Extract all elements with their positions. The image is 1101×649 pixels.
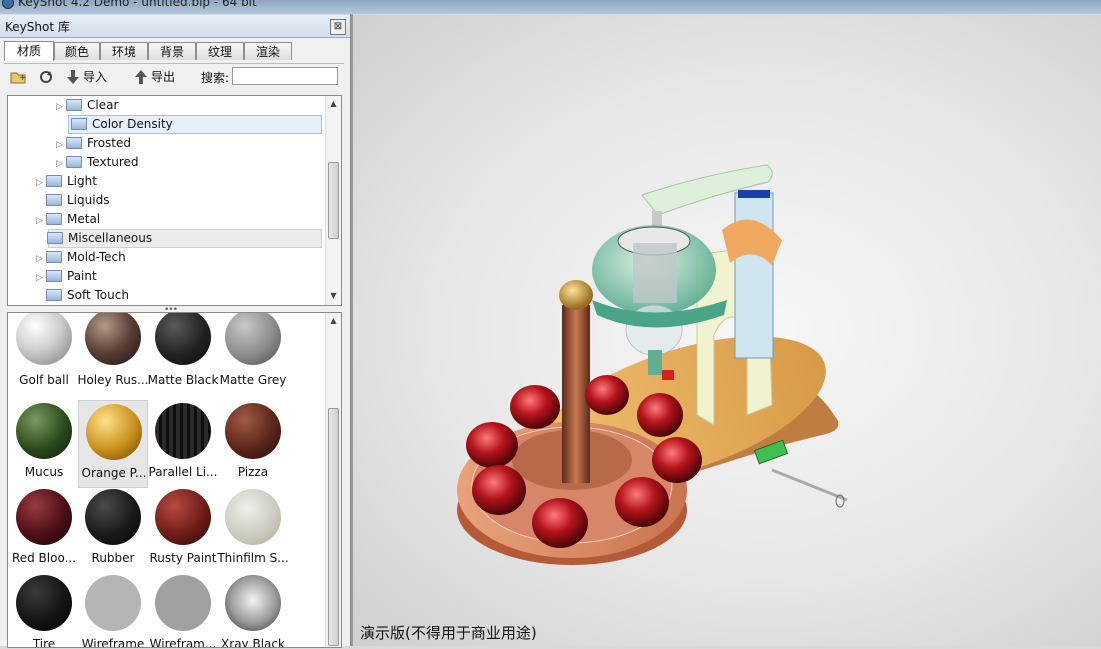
app-icon: [2, 0, 14, 9]
tab-textures[interactable]: 纹理: [196, 42, 244, 60]
tree-scrollbar[interactable]: ▲ ▼: [325, 96, 341, 305]
material-thinfilm[interactable]: Thinfilm S...: [217, 489, 289, 575]
tab-renders[interactable]: 渲染: [244, 42, 292, 60]
material-parallel-lines[interactable]: Parallel Li...: [148, 403, 218, 489]
import-button[interactable]: 导入: [66, 68, 107, 86]
material-red-blood[interactable]: Red Bloo...: [9, 489, 79, 575]
search-label: 搜索:: [201, 71, 230, 85]
gallery-scroll-thumb[interactable]: [328, 408, 339, 646]
material-matte-black[interactable]: Matte Black: [148, 313, 218, 399]
close-icon[interactable]: ⊠: [330, 19, 346, 35]
import-arrow-icon: [67, 70, 79, 84]
material-swatch: [16, 313, 72, 365]
tree-scroll-thumb[interactable]: [328, 162, 339, 239]
library-panel-header: KeyShot 库 ⊠: [0, 15, 350, 38]
scroll-up-icon[interactable]: ▲: [326, 315, 341, 327]
svg-text:+: +: [19, 73, 27, 83]
material-swatch: [85, 313, 141, 365]
tree-item-soft-touch[interactable]: Soft Touch: [46, 286, 129, 305]
material-swatch: [225, 489, 281, 545]
demo-watermark: 演示版(不得用于商业用途): [360, 624, 537, 642]
tab-environments[interactable]: 环境: [100, 42, 148, 60]
folder-icon: [66, 136, 82, 149]
tree-item-light[interactable]: ▷ Light: [36, 172, 97, 191]
material-mucus[interactable]: Mucus: [9, 403, 79, 489]
library-panel-title: KeyShot 库: [5, 20, 70, 34]
material-orange-peel[interactable]: Orange P...: [78, 400, 148, 488]
scroll-up-icon[interactable]: ▲: [326, 98, 341, 110]
window-titlebar: KeyShot 4.2 Demo - untitled.bip - 64 bit: [0, 0, 1101, 14]
material-swatch: [86, 404, 142, 460]
folder-icon: [66, 155, 82, 168]
tab-materials[interactable]: 材质: [4, 41, 54, 61]
export-button[interactable]: 导出: [134, 68, 175, 86]
material-xray-black[interactable]: Xray Black: [218, 575, 288, 647]
material-swatch: [155, 313, 211, 365]
library-panel: KeyShot 库 ⊠ 材质 颜色 环境 背景 纹理 渲染 + 导入 导出 搜索…: [0, 15, 351, 648]
add-folder-icon[interactable]: +: [10, 68, 28, 86]
material-swatch: [16, 575, 72, 631]
material-swatch: [155, 489, 211, 545]
material-rubber[interactable]: Rubber: [78, 489, 148, 575]
material-swatch: [225, 575, 281, 631]
material-swatch: [85, 575, 141, 631]
tree-item-mold-tech[interactable]: ▷ Mold-Tech: [36, 248, 126, 267]
tree-item-color-density[interactable]: Color Density: [68, 115, 322, 134]
tree-item-metal[interactable]: ▷ Metal: [36, 210, 100, 229]
library-toolbar: + 导入 导出 搜索:: [4, 63, 344, 90]
folder-icon: [46, 174, 62, 187]
material-swatch: [225, 403, 281, 459]
tab-colors[interactable]: 颜色: [54, 42, 100, 60]
export-arrow-icon: [135, 70, 147, 84]
refresh-icon[interactable]: [38, 68, 54, 86]
material-swatch: [155, 403, 211, 459]
material-tire[interactable]: Tire: [9, 575, 79, 647]
folder-icon: [66, 98, 82, 111]
folder-icon: [47, 231, 63, 244]
folder-icon: [46, 288, 62, 301]
tree-item-paint[interactable]: ▷ Paint: [36, 267, 97, 286]
tree-item-miscellaneous[interactable]: Miscellaneous: [47, 229, 322, 248]
folder-icon: [46, 212, 62, 225]
tree-item-frosted[interactable]: ▷ Frosted: [56, 134, 131, 153]
render-viewport[interactable]: 演示版(不得用于商业用途): [352, 15, 1101, 646]
expand-arrow-icon[interactable]: ▷: [36, 269, 46, 288]
tree-item-textured[interactable]: ▷ Textured: [56, 153, 139, 172]
folder-icon: [46, 250, 62, 263]
material-swatch: [85, 489, 141, 545]
material-swatch: [155, 575, 211, 631]
export-label: 导出: [151, 70, 176, 84]
expand-arrow-icon[interactable]: ▷: [36, 174, 46, 193]
tab-backplates[interactable]: 背景: [148, 42, 196, 60]
material-holey-rust[interactable]: Holey Rus...: [77, 313, 149, 399]
material-golf-ball[interactable]: Golf ball: [9, 313, 79, 399]
material-swatch: [225, 313, 281, 365]
gallery-scrollbar[interactable]: ▲: [325, 313, 341, 647]
search-input[interactable]: [232, 67, 338, 85]
folder-icon: [46, 269, 62, 282]
material-gallery: Golf ball Holey Rus... Matte Black Matte…: [7, 312, 342, 648]
folder-icon: [71, 117, 87, 130]
center-pole: [559, 280, 593, 483]
import-label: 导入: [83, 70, 108, 84]
scroll-down-icon[interactable]: ▼: [326, 290, 341, 302]
material-swatch: [16, 403, 72, 459]
tree-item-liquids[interactable]: Liquids: [46, 191, 109, 210]
material-folder-tree: ▷ Clear Color Density ▷ Frosted ▷ Textured …: [7, 95, 342, 306]
material-wireframe-2[interactable]: Wirefram...: [148, 575, 218, 647]
window-title: KeyShot 4.2 Demo - untitled.bip - 64 bit: [18, 0, 257, 9]
tree-item-clear[interactable]: ▷ Clear: [56, 96, 118, 115]
material-rusty-paint[interactable]: Rusty Paint: [148, 489, 218, 575]
material-swatch: [16, 489, 72, 545]
material-matte-grey[interactable]: Matte Grey: [218, 313, 288, 399]
expand-arrow-icon[interactable]: ▷: [36, 212, 46, 231]
product-render: [457, 164, 848, 565]
expand-arrow-icon[interactable]: ▷: [56, 98, 66, 117]
material-pizza[interactable]: Pizza: [218, 403, 288, 489]
folder-icon: [46, 193, 62, 206]
material-wireframe[interactable]: Wireframe: [78, 575, 148, 647]
